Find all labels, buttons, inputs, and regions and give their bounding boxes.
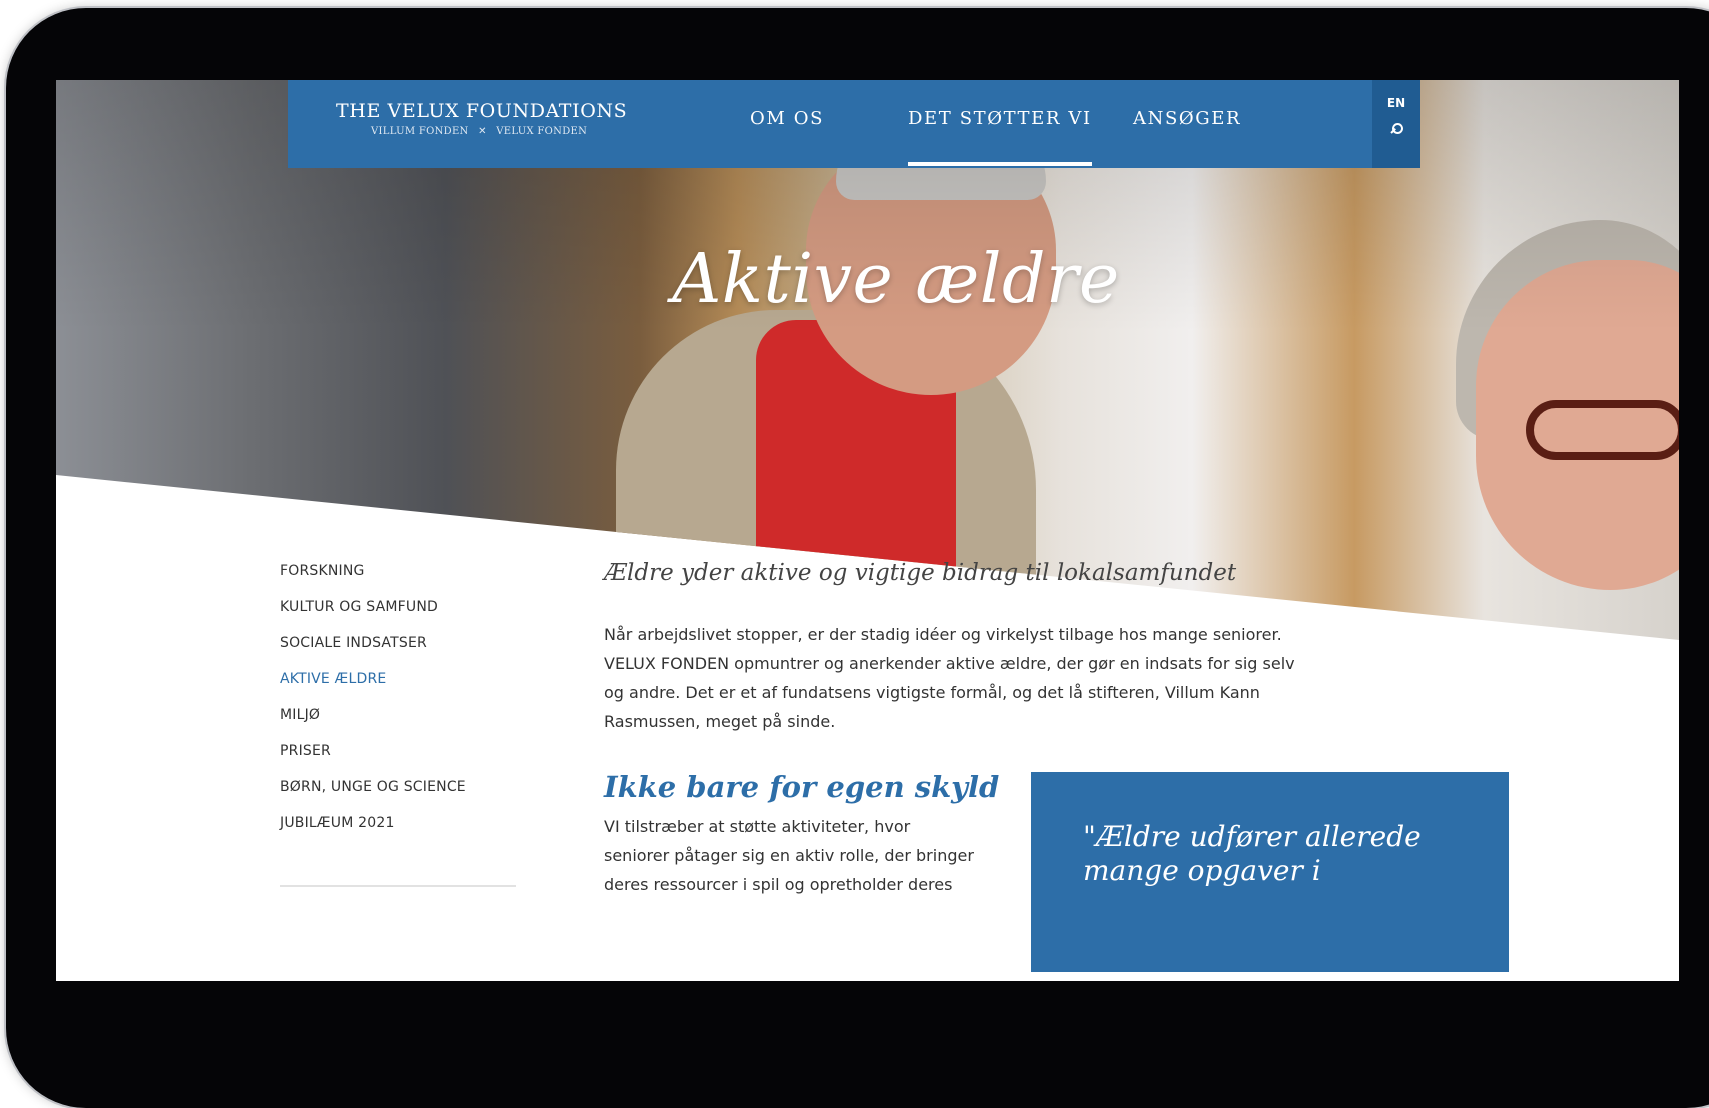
- sidebar-item-priser[interactable]: PRISER: [280, 743, 540, 761]
- page-title: Aktive ældre: [672, 240, 1120, 319]
- nav-item-om-os[interactable]: OM OS: [750, 108, 824, 129]
- intro-paragraph: Når arbejdslivet stopper, er der stadig …: [604, 625, 1295, 731]
- sidebar-item-aktive-aeldre[interactable]: AKTIVE ÆLDRE: [280, 671, 540, 689]
- site-logo[interactable]: THE VELUX FOUNDATIONS VILLUM FONDEN ✕ VE…: [336, 100, 627, 137]
- quote-text: "Ældre udfører allerede mange opgaver i: [1083, 820, 1421, 887]
- sidebar-item-miljo[interactable]: MILJØ: [280, 707, 540, 725]
- sidebar-item-kultur-og-samfund[interactable]: KULTUR OG SAMFUND: [280, 599, 540, 617]
- main-content: Ældre yder aktive og vigtige bidrag til …: [604, 560, 1304, 736]
- section-sidebar: FORSKNING KULTUR OG SAMFUND SOCIALE INDS…: [280, 563, 540, 887]
- nav-item-det-stotter-vi[interactable]: DET STØTTER VI: [908, 108, 1092, 166]
- top-navigation: THE VELUX FOUNDATIONS VILLUM FONDEN ✕ VE…: [288, 80, 1420, 168]
- sidebar-item-sociale-indsatser[interactable]: SOCIALE INDSATSER: [280, 635, 540, 653]
- lead-paragraph: Ældre yder aktive og vigtige bidrag til …: [604, 560, 1237, 586]
- logo-separator-icon: ✕: [478, 126, 487, 137]
- quote-box: "Ældre udfører allerede mange opgaver i: [1031, 772, 1509, 972]
- sidebar-item-jubilaeum-2021[interactable]: JUBILÆUM 2021: [280, 815, 540, 833]
- logo-sub-left: VILLUM FONDEN: [371, 126, 469, 137]
- logo-subtitle: VILLUM FONDEN ✕ VELUX FONDEN: [336, 126, 627, 137]
- language-switch[interactable]: EN: [1372, 96, 1420, 110]
- section-paragraph: VI tilstræber at støtte aktiviteter, hvo…: [604, 817, 974, 894]
- logo-title: THE VELUX FOUNDATIONS: [336, 100, 628, 122]
- sidebar-item-born-unge-og-science[interactable]: BØRN, UNGE OG SCIENCE: [280, 779, 540, 797]
- nav-item-ansoger[interactable]: ANSØGER: [1133, 108, 1241, 129]
- sidebar-divider: [280, 885, 516, 887]
- logo-sub-right: VELUX FONDEN: [496, 126, 588, 137]
- section-heading: Ikke bare for egen skyld: [604, 770, 1000, 804]
- sidebar-item-forskning[interactable]: FORSKNING: [280, 563, 540, 581]
- nav-utility-panel: EN: [1372, 80, 1420, 168]
- search-icon[interactable]: [1388, 122, 1404, 138]
